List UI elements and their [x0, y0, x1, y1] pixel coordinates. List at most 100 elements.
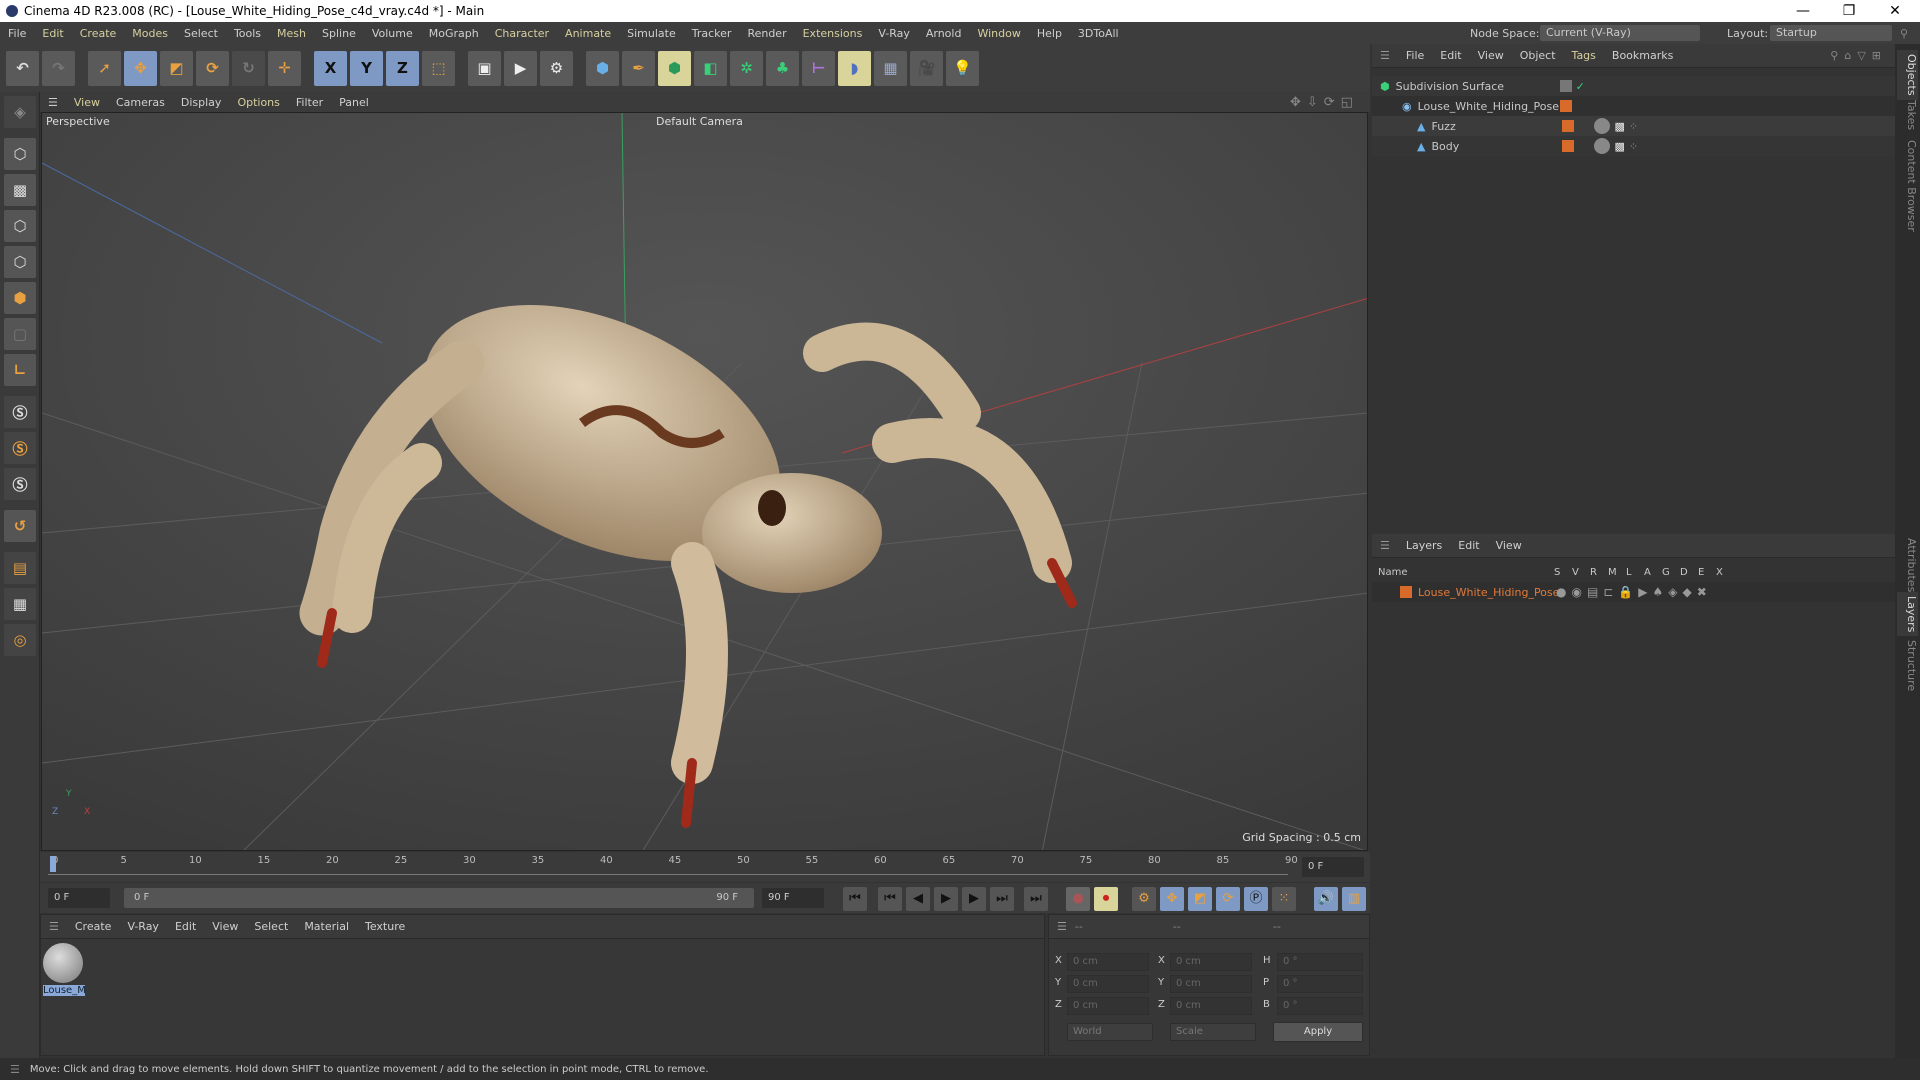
render-picture-viewer-icon[interactable]: ▶: [504, 50, 537, 86]
menu-mograph[interactable]: MoGraph: [421, 27, 487, 40]
tab-takes[interactable]: Takes: [1897, 96, 1918, 134]
x-axis-lock-button[interactable]: X: [314, 50, 347, 86]
undo-button[interactable]: ↶: [6, 50, 39, 86]
edges-mode-icon[interactable]: ⬡: [4, 246, 36, 278]
menu-animate[interactable]: Animate: [557, 27, 619, 40]
timeline-film-icon[interactable]: ▥: [1342, 887, 1366, 911]
menu-tools[interactable]: Tools: [226, 27, 269, 40]
sound-icon[interactable]: 🔊: [1314, 887, 1338, 911]
rotate-tool-icon[interactable]: ⟳: [196, 50, 229, 86]
keyframe-selection-icon[interactable]: ⚙: [1132, 887, 1156, 911]
coord-type-select[interactable]: Scale: [1170, 1023, 1256, 1041]
texture-tag-icon[interactable]: ▩: [1614, 140, 1624, 153]
floor-icon[interactable]: ▦: [874, 50, 907, 86]
menu-icon[interactable]: ☰: [1380, 539, 1390, 552]
y-axis-lock-button[interactable]: Y: [350, 50, 383, 86]
record-keys-icon[interactable]: ●: [1066, 887, 1090, 911]
menu-tracker[interactable]: Tracker: [684, 27, 740, 40]
grid-icon[interactable]: ▤: [4, 552, 36, 584]
3d-viewport[interactable]: Perspective Default Camera Grid Spacing …: [41, 112, 1368, 851]
menu-character[interactable]: Character: [487, 27, 557, 40]
menu-icon[interactable]: ☰: [49, 920, 59, 933]
go-to-start-button[interactable]: ⏮: [843, 887, 867, 911]
mat-menu-edit[interactable]: Edit: [167, 920, 204, 933]
node-space-select[interactable]: Current (V-Ray): [1540, 25, 1700, 41]
end-frame-field[interactable]: 90 F: [762, 888, 824, 908]
obj-menu-bookmarks[interactable]: Bookmarks: [1604, 49, 1681, 62]
play-button[interactable]: ▶: [934, 887, 958, 911]
size-y-field[interactable]: 0 cm: [1170, 975, 1252, 993]
col-v[interactable]: V: [1572, 567, 1590, 578]
mat-menu-texture[interactable]: Texture: [357, 920, 413, 933]
tab-attributes[interactable]: Attributes: [1897, 534, 1918, 596]
menu-arnold[interactable]: Arnold: [918, 27, 970, 40]
col-g[interactable]: G: [1662, 567, 1680, 578]
locked-workplane-icon[interactable]: ▦: [4, 588, 36, 620]
snap-icon[interactable]: Ⓢ: [4, 396, 36, 428]
tab-content-browser[interactable]: Content Browser: [1897, 136, 1918, 236]
menu-help[interactable]: Help: [1029, 27, 1070, 40]
previous-key-button[interactable]: ⏮: [878, 887, 902, 911]
col-m[interactable]: M: [1608, 567, 1626, 578]
tab-objects[interactable]: Objects: [1897, 50, 1918, 100]
mat-menu-create[interactable]: Create: [67, 920, 120, 933]
coord-mode-select[interactable]: World: [1067, 1023, 1153, 1041]
z-axis-lock-button[interactable]: Z: [386, 50, 419, 86]
vp-menu-view[interactable]: View: [66, 96, 108, 109]
model-mode-icon[interactable]: ⬡: [4, 138, 36, 170]
menu-create[interactable]: Create: [72, 27, 125, 40]
col-x[interactable]: X: [1716, 567, 1734, 578]
menu-volume[interactable]: Volume: [364, 27, 421, 40]
size-x-field[interactable]: 0 cm: [1170, 953, 1252, 971]
minimize-button[interactable]: —: [1780, 0, 1826, 22]
pos-z-field[interactable]: 0 cm: [1067, 997, 1149, 1015]
menu-file[interactable]: File: [0, 27, 34, 40]
vp-menu-filter[interactable]: Filter: [288, 96, 331, 109]
obj-menu-object[interactable]: Object: [1512, 49, 1564, 62]
light-icon[interactable]: 💡: [946, 50, 979, 86]
menu-icon[interactable]: ☰: [10, 1063, 20, 1076]
tree-item-subdivision-surface[interactable]: ⬢ Subdivision Surface ✓: [1372, 76, 1895, 96]
col-l[interactable]: L: [1626, 567, 1644, 578]
pen-icon[interactable]: ✒: [622, 50, 655, 86]
menu-vray[interactable]: V-Ray: [870, 27, 918, 40]
snap-3d-icon[interactable]: Ⓢ: [4, 468, 36, 500]
menu-spline[interactable]: Spline: [314, 27, 364, 40]
rot-b-field[interactable]: 0 °: [1277, 997, 1363, 1015]
col-a[interactable]: A: [1644, 567, 1662, 578]
array-icon[interactable]: ♣: [766, 50, 799, 86]
menu-extensions[interactable]: Extensions: [795, 27, 871, 40]
layer-color-swatch[interactable]: [1400, 586, 1412, 598]
layers-menu-layers[interactable]: Layers: [1398, 539, 1450, 552]
restore-button[interactable]: ❐: [1826, 0, 1872, 22]
menu-window[interactable]: Window: [969, 27, 1028, 40]
menu-render[interactable]: Render: [739, 27, 794, 40]
close-button[interactable]: ✕: [1872, 0, 1918, 22]
range-slider[interactable]: 0 F 90 F: [124, 888, 754, 908]
tab-structure[interactable]: Structure: [1897, 636, 1918, 695]
search-filter-icons[interactable]: ⚲⌂▽⊞: [1830, 49, 1887, 62]
apply-button[interactable]: Apply: [1273, 1022, 1363, 1042]
mograph-cloner-icon[interactable]: ✲: [730, 50, 763, 86]
viewport-camera-label[interactable]: Default Camera: [656, 115, 743, 128]
mat-menu-material[interactable]: Material: [296, 920, 357, 933]
render-settings-icon[interactable]: ⚙: [540, 50, 573, 86]
key-rotation-icon[interactable]: ⟳: [1216, 887, 1240, 911]
camera-icon[interactable]: 🎥: [910, 50, 943, 86]
pos-x-field[interactable]: 0 cm: [1067, 953, 1149, 971]
layers-menu-view[interactable]: View: [1488, 539, 1530, 552]
uv-mode-icon[interactable]: ▢: [4, 318, 36, 350]
snap-settings-icon[interactable]: Ⓢ: [4, 432, 36, 464]
layer-toggle-icons[interactable]: ●◉▤⊏🔒▶♠◈◆✖: [1556, 585, 1712, 599]
next-key-button[interactable]: ⏭: [990, 887, 1014, 911]
go-to-end-button[interactable]: ⏭: [1024, 887, 1048, 911]
layer-row[interactable]: Louse_White_Hiding_Pose ●◉▤⊏🔒▶♠◈◆✖: [1372, 582, 1895, 602]
redo-button[interactable]: ↷: [42, 50, 75, 86]
mat-menu-view[interactable]: View: [204, 920, 246, 933]
obj-menu-view[interactable]: View: [1470, 49, 1512, 62]
workplane-icon[interactable]: ↺: [4, 510, 36, 542]
obj-menu-edit[interactable]: Edit: [1432, 49, 1469, 62]
cube-icon[interactable]: ⬢: [586, 50, 619, 86]
menu-mesh[interactable]: Mesh: [269, 27, 314, 40]
menu-simulate[interactable]: Simulate: [619, 27, 684, 40]
